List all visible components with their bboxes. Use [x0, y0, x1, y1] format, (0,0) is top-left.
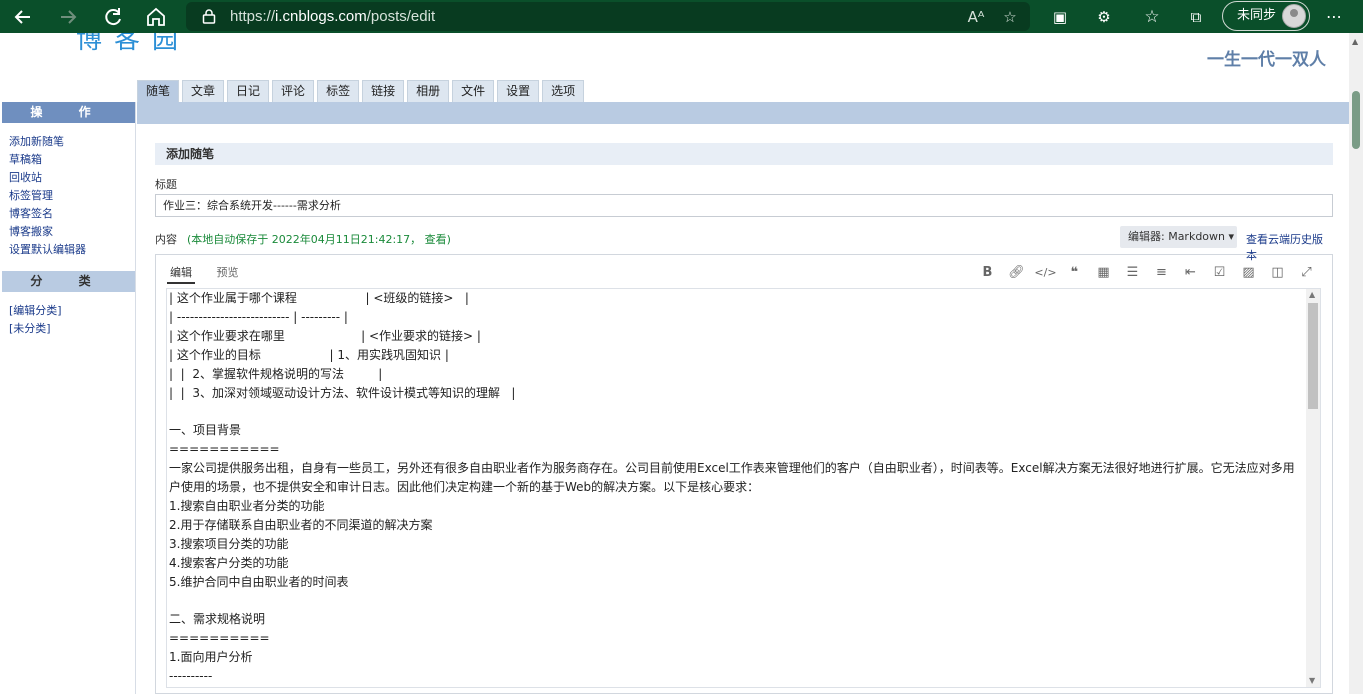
collections-add-icon[interactable]: ⧉: [1183, 4, 1209, 30]
page-scroll-up-icon[interactable]: ▲: [1352, 37, 1360, 46]
checkbox-icon[interactable]: ☑: [1205, 265, 1234, 281]
sync-label: 未同步: [1237, 8, 1277, 23]
profile-sync-button[interactable]: 未同步: [1222, 1, 1310, 31]
tab-underbar: [137, 102, 1349, 124]
code-icon[interactable]: </>: [1031, 265, 1060, 281]
content-textarea[interactable]: | 这个作业属于哪个课程 | <班级的链接> | | -------------…: [166, 288, 1321, 688]
tab-tags[interactable]: 标签: [317, 80, 360, 102]
favorites-icon[interactable]: ☆: [1139, 4, 1165, 30]
bold-icon[interactable]: B: [973, 265, 1002, 281]
sidebar-category-list: [编辑分类] [未分类]: [2, 292, 135, 338]
markdown-editor: 编辑 预览 B 🔗︎ </> ❝ ▦ ☰ ≡ ⇤ ☑ ▨ ◫ ⤢ | 这个作业属…: [155, 254, 1333, 694]
sidebar-ops-list: 添加新随笔 草稿箱 回收站 标签管理 博客签名 博客搬家 设置默认编辑器: [2, 123, 135, 259]
title-label: 标题: [155, 178, 177, 191]
sidebar-ops-header: 操 作: [2, 102, 135, 123]
scroll-down-icon[interactable]: ▼: [1309, 677, 1317, 685]
indent-icon[interactable]: ⇤: [1176, 265, 1205, 281]
table-icon[interactable]: ▦: [1089, 265, 1118, 281]
post-editor-main: 添加随笔 标题 作业三：综合系统开发------需求分析 内容 (本地自动保存于…: [155, 143, 1333, 694]
editor-select-dropdown[interactable]: 编辑器: Markdown ▾: [1120, 226, 1237, 248]
sidebar-item-tag-management[interactable]: 标签管理: [9, 187, 135, 205]
browser-toolbar: https://i.cnblogs.com/posts/edit Aᴬ ☆ ▣ …: [0, 0, 1363, 33]
link-icon[interactable]: 🔗︎: [1002, 265, 1031, 281]
content-label: 内容: [155, 233, 177, 246]
numbered-list-icon[interactable]: ≡: [1147, 265, 1176, 281]
url-prefix: https://: [230, 8, 276, 25]
content-text: | 这个作业属于哪个课程 | <班级的链接> | | -------------…: [169, 291, 1295, 684]
read-aloud-icon[interactable]: Aᴬ: [964, 5, 988, 29]
autosave-status[interactable]: (本地自动保存于 2022年04月11日21:42:17， 查看): [187, 231, 451, 247]
site-logo[interactable]: 博客园: [76, 33, 190, 56]
tab-options[interactable]: 选项: [542, 80, 585, 102]
blog-name[interactable]: 一生一代一双人: [1207, 45, 1326, 70]
content-header-row: 内容 (本地自动保存于 2022年04月11日21:42:17， 查看) 编辑器…: [155, 225, 1333, 262]
sidebar-item-drafts[interactable]: 草稿箱: [9, 151, 135, 169]
tab-posts[interactable]: 随笔: [137, 80, 180, 102]
tab-albums[interactable]: 相册: [407, 80, 450, 102]
sidebar: 操 作 添加新随笔 草稿箱 回收站 标签管理 博客签名 博客搬家 设置默认编辑器…: [2, 102, 136, 694]
forward-icon[interactable]: [55, 4, 81, 30]
refresh-icon[interactable]: [100, 4, 126, 30]
home-icon[interactable]: [143, 4, 169, 30]
tab-diary[interactable]: 日记: [227, 80, 270, 102]
url-host: i.cnblogs.com: [275, 8, 367, 25]
url-text: https://i.cnblogs.com/posts/edit: [230, 8, 435, 25]
sidebar-item-uncategorized[interactable]: [未分类]: [9, 320, 135, 338]
quote-icon[interactable]: ❝: [1060, 265, 1089, 281]
split-view-icon[interactable]: ◫: [1263, 265, 1292, 281]
avatar: [1282, 4, 1306, 28]
tab-articles[interactable]: 文章: [182, 80, 225, 102]
lock-icon: [202, 9, 216, 24]
page-scrollbar[interactable]: ▲: [1349, 33, 1363, 694]
tab-links[interactable]: 链接: [362, 80, 405, 102]
url-path: /posts/edit: [366, 8, 436, 25]
sidebar-item-default-editor[interactable]: 设置默认编辑器: [9, 241, 135, 259]
sidebar-item-new-post[interactable]: 添加新随笔: [9, 133, 135, 151]
textarea-scrollbar[interactable]: ▲ ▼: [1306, 289, 1320, 687]
image-icon[interactable]: ▨: [1234, 265, 1263, 281]
tab-files[interactable]: 文件: [452, 80, 495, 102]
address-bar[interactable]: https://i.cnblogs.com/posts/edit Aᴬ ☆: [186, 2, 1030, 31]
editor-tab-edit[interactable]: 编辑: [167, 266, 195, 284]
section-title: 添加随笔: [155, 143, 1333, 165]
sidebar-category-header: 分 类: [2, 271, 135, 292]
page-scroll-thumb[interactable]: [1352, 91, 1360, 149]
collections-icon[interactable]: ▣: [1047, 4, 1073, 30]
page: 博客园 一生一代一双人 随笔 文章 日记 评论 标签 链接 相册 文件 设置 选…: [0, 33, 1349, 694]
tab-comments[interactable]: 评论: [272, 80, 315, 102]
scroll-up-icon[interactable]: ▲: [1309, 291, 1317, 299]
sidebar-item-edit-categories[interactable]: [编辑分类]: [9, 302, 135, 320]
nav-tabs: 随笔 文章 日记 评论 标签 链接 相册 文件 设置 选项: [137, 80, 587, 102]
textarea-scroll-thumb[interactable]: [1308, 303, 1318, 409]
extensions-icon[interactable]: ⚙: [1091, 4, 1117, 30]
tab-settings[interactable]: 设置: [497, 80, 540, 102]
sidebar-item-blog-migration[interactable]: 博客搬家: [9, 223, 135, 241]
add-favorite-icon[interactable]: ☆: [998, 5, 1022, 29]
editor-tab-preview[interactable]: 预览: [217, 266, 239, 279]
editor-tabs: 编辑 预览: [167, 264, 257, 284]
more-menu-icon[interactable]: ⋯: [1321, 4, 1347, 30]
title-input[interactable]: 作业三：综合系统开发------需求分析: [155, 194, 1333, 217]
editor-toolbar: B 🔗︎ </> ❝ ▦ ☰ ≡ ⇤ ☑ ▨ ◫ ⤢: [973, 265, 1321, 281]
bullet-list-icon[interactable]: ☰: [1118, 265, 1147, 281]
fullscreen-icon[interactable]: ⤢: [1292, 265, 1321, 281]
sidebar-item-blog-signature[interactable]: 博客签名: [9, 205, 135, 223]
sidebar-item-recycle-bin[interactable]: 回收站: [9, 169, 135, 187]
back-icon[interactable]: [10, 4, 36, 30]
